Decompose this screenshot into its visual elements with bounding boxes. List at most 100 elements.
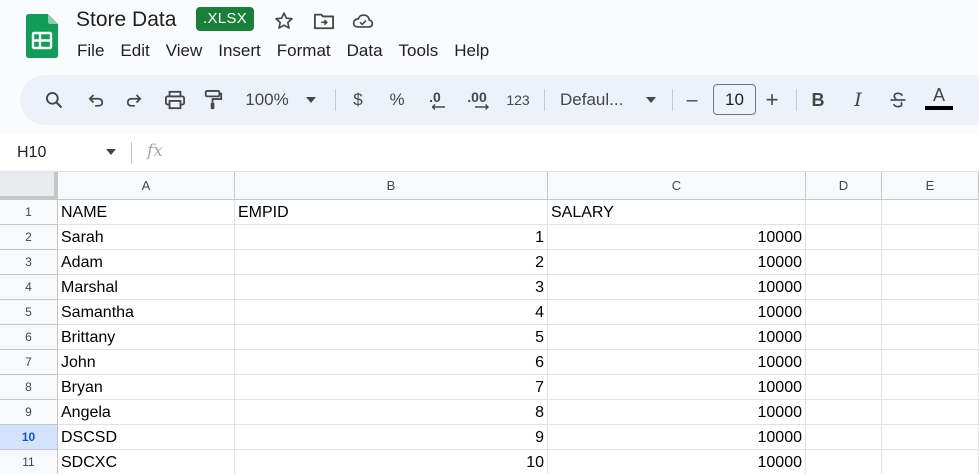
cell-b5[interactable]: 4 xyxy=(235,300,548,325)
name-box[interactable]: H10 xyxy=(17,142,46,164)
cell-c3[interactable]: 10000 xyxy=(548,250,806,275)
cell-d4[interactable] xyxy=(806,275,882,300)
cell-c6[interactable]: 10000 xyxy=(548,325,806,350)
row-header[interactable]: 10 xyxy=(0,425,58,450)
font-size-input[interactable]: 10 xyxy=(713,84,756,115)
cell-a7[interactable]: John xyxy=(58,350,235,375)
cell-e4[interactable] xyxy=(882,275,979,300)
cell-d5[interactable] xyxy=(806,300,882,325)
menu-help[interactable]: Help xyxy=(446,38,497,64)
row-header[interactable]: 6 xyxy=(0,325,58,350)
font-family-select[interactable]: Defaul... xyxy=(560,75,630,125)
cell-e10[interactable] xyxy=(882,425,979,450)
cell-e9[interactable] xyxy=(882,400,979,425)
cell-c4[interactable]: 10000 xyxy=(548,275,806,300)
cell-a2[interactable]: Sarah xyxy=(58,225,235,250)
cell-d1[interactable] xyxy=(806,200,882,225)
bold-button[interactable]: B xyxy=(806,75,830,125)
increase-font-size-button[interactable]: + xyxy=(760,75,784,125)
row-header[interactable]: 11 xyxy=(0,450,58,474)
row-header[interactable]: 4 xyxy=(0,275,58,300)
cell-c8[interactable]: 10000 xyxy=(548,375,806,400)
cell-d7[interactable] xyxy=(806,350,882,375)
column-header-b[interactable]: B xyxy=(235,172,548,200)
cell-a11[interactable]: SDCXC xyxy=(58,450,235,474)
cell-d2[interactable] xyxy=(806,225,882,250)
zoom-select[interactable]: 100% xyxy=(242,75,292,125)
font-dropdown-icon[interactable] xyxy=(644,75,658,125)
cell-b8[interactable]: 7 xyxy=(235,375,548,400)
cell-c2[interactable]: 10000 xyxy=(548,225,806,250)
text-color-button[interactable]: A xyxy=(922,75,956,125)
menu-edit[interactable]: Edit xyxy=(112,38,157,64)
cell-e8[interactable] xyxy=(882,375,979,400)
cell-e6[interactable] xyxy=(882,325,979,350)
italic-button[interactable]: I xyxy=(846,75,870,125)
menu-format[interactable]: Format xyxy=(269,38,339,64)
menu-file[interactable]: File xyxy=(69,38,112,64)
number-format-button[interactable]: 123 xyxy=(502,75,534,125)
row-header[interactable]: 1 xyxy=(0,200,58,225)
menu-view[interactable]: View xyxy=(158,38,211,64)
star-icon[interactable] xyxy=(273,10,295,32)
column-header-e[interactable]: E xyxy=(882,172,979,200)
cell-b1[interactable]: EMPID xyxy=(235,200,548,225)
row-header[interactable]: 5 xyxy=(0,300,58,325)
cell-d9[interactable] xyxy=(806,400,882,425)
cell-b10[interactable]: 9 xyxy=(235,425,548,450)
column-header-c[interactable]: C xyxy=(548,172,806,200)
decrease-font-size-button[interactable]: – xyxy=(680,75,704,125)
cell-a10[interactable]: DSCSD xyxy=(58,425,235,450)
row-header[interactable]: 7 xyxy=(0,350,58,375)
name-box-dropdown-icon[interactable] xyxy=(106,149,116,155)
menu-tools[interactable]: Tools xyxy=(391,38,447,64)
print-icon[interactable] xyxy=(160,75,190,125)
cell-d3[interactable] xyxy=(806,250,882,275)
currency-format-button[interactable]: $ xyxy=(346,75,370,125)
cell-d8[interactable] xyxy=(806,375,882,400)
increase-decimal-button[interactable]: .00 xyxy=(460,75,494,125)
cell-c5[interactable]: 10000 xyxy=(548,300,806,325)
cell-c1[interactable]: SALARY xyxy=(548,200,806,225)
cell-d6[interactable] xyxy=(806,325,882,350)
cell-e1[interactable] xyxy=(882,200,979,225)
cell-e3[interactable] xyxy=(882,250,979,275)
cell-b11[interactable]: 10 xyxy=(235,450,548,474)
row-header[interactable]: 3 xyxy=(0,250,58,275)
move-folder-icon[interactable] xyxy=(313,10,335,32)
zoom-dropdown-icon[interactable] xyxy=(304,75,318,125)
cloud-saved-icon[interactable] xyxy=(352,10,374,32)
decrease-decimal-button[interactable]: .0 xyxy=(420,75,450,125)
cell-a6[interactable]: Brittany xyxy=(58,325,235,350)
cell-a5[interactable]: Samantha xyxy=(58,300,235,325)
percent-format-button[interactable]: % xyxy=(385,75,409,125)
document-title[interactable]: Store Data xyxy=(76,6,176,34)
cell-b3[interactable]: 2 xyxy=(235,250,548,275)
column-header-d[interactable]: D xyxy=(806,172,882,200)
cell-b4[interactable]: 3 xyxy=(235,275,548,300)
menu-data[interactable]: Data xyxy=(339,38,391,64)
sheets-logo-icon[interactable] xyxy=(26,14,58,58)
row-header[interactable]: 9 xyxy=(0,400,58,425)
row-header[interactable]: 8 xyxy=(0,375,58,400)
select-all-corner[interactable] xyxy=(0,172,58,200)
column-header-a[interactable]: A xyxy=(58,172,235,200)
cell-b6[interactable]: 5 xyxy=(235,325,548,350)
cell-d11[interactable] xyxy=(806,450,882,474)
cell-b7[interactable]: 6 xyxy=(235,350,548,375)
menu-insert[interactable]: Insert xyxy=(210,38,269,64)
cell-a1[interactable]: NAME xyxy=(58,200,235,225)
undo-icon[interactable] xyxy=(82,75,110,125)
cell-a8[interactable]: Bryan xyxy=(58,375,235,400)
cell-c10[interactable]: 10000 xyxy=(548,425,806,450)
redo-icon[interactable] xyxy=(120,75,148,125)
cell-e5[interactable] xyxy=(882,300,979,325)
cell-a3[interactable]: Adam xyxy=(58,250,235,275)
cell-a4[interactable]: Marshal xyxy=(58,275,235,300)
paint-format-icon[interactable] xyxy=(198,75,228,125)
cell-e7[interactable] xyxy=(882,350,979,375)
cell-c11[interactable]: 10000 xyxy=(548,450,806,474)
row-header[interactable]: 2 xyxy=(0,225,58,250)
cell-e11[interactable] xyxy=(882,450,979,474)
strikethrough-icon[interactable] xyxy=(884,75,912,125)
